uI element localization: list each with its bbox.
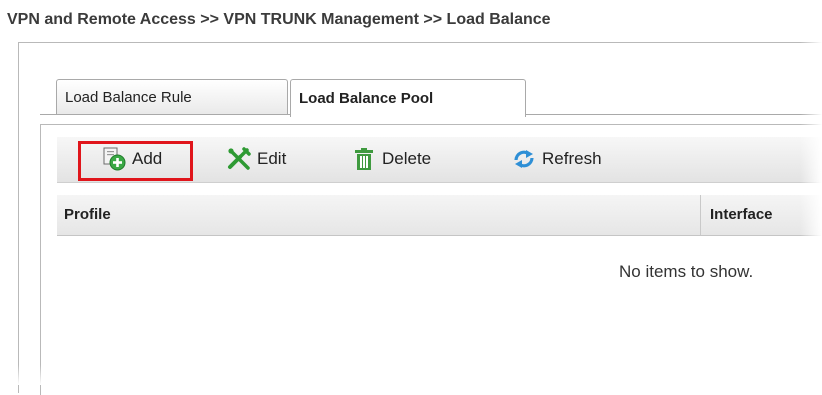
breadcrumb-fade (762, 0, 822, 42)
add-label: Add (132, 149, 163, 168)
empty-table-message: No items to show. (619, 262, 754, 281)
column-header-interface[interactable]: Interface (710, 206, 773, 223)
edit-label: Edit (257, 149, 287, 168)
tab-label: Load Balance Rule (65, 89, 192, 106)
breadcrumb: VPN and Remote Access >> VPN TRUNK Manag… (0, 0, 822, 42)
trash-icon (352, 147, 376, 171)
column-header-profile[interactable]: Profile (64, 206, 111, 223)
add-icon (102, 147, 126, 171)
refresh-label: Refresh (542, 149, 602, 168)
breadcrumb-text: VPN and Remote Access >> VPN TRUNK Manag… (7, 11, 551, 28)
table-header: Profile Interface (57, 195, 822, 236)
delete-label: Delete (382, 149, 432, 168)
tab-label: Load Balance Pool (299, 90, 434, 107)
add-button[interactable]: Add (102, 147, 162, 171)
column-separator (700, 195, 701, 235)
refresh-button[interactable]: Refresh (512, 147, 602, 171)
edit-icon (227, 147, 251, 171)
delete-button[interactable]: Delete (352, 147, 431, 171)
tab-load-balance-pool[interactable]: Load Balance Pool (290, 79, 526, 117)
tab-load-balance-rule[interactable]: Load Balance Rule (56, 79, 288, 115)
toolbar: Add Edit Delete Refresh (57, 137, 822, 183)
edit-button[interactable]: Edit (227, 147, 286, 171)
refresh-icon (512, 147, 536, 171)
